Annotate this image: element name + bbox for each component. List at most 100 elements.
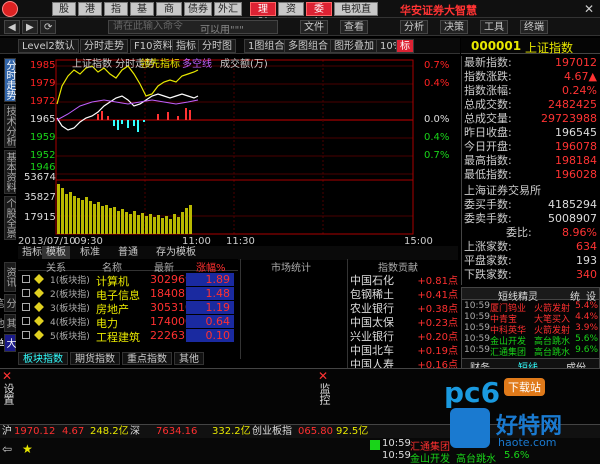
tab-commodity[interactable]: 商品 <box>156 2 182 29</box>
sector-name: 工程建筑 <box>96 331 140 344</box>
back-button[interactable]: ◀ <box>4 20 20 34</box>
tab-sector-index[interactable]: 板块指数 <box>18 352 68 365</box>
col-change-pct[interactable]: 涨幅% <box>196 259 226 274</box>
menu-tools[interactable]: 工具 <box>480 20 508 34</box>
vtab-big-orders[interactable]: 大单 <box>0 334 16 352</box>
list-item[interactable]: 3(板块指) 房地产 305310 1.19 <box>18 301 238 316</box>
vtab-other[interactable]: 其他 <box>0 314 16 332</box>
list-item[interactable]: 2(板块指) 电子信息 184087 1.48 <box>18 287 238 302</box>
close-lower-icon[interactable]: ✕ <box>2 369 12 383</box>
row-checkbox[interactable] <box>22 275 30 283</box>
tab-key-index[interactable]: 重点指数 <box>122 352 172 365</box>
menu-decision[interactable]: 决策 <box>440 20 468 34</box>
tab-hk[interactable]: 港股 <box>78 2 102 29</box>
pct-tick-2: 0.0% <box>424 114 450 125</box>
sh-index[interactable]: 1970.12 <box>14 425 55 439</box>
menu-view[interactable]: 查看 <box>340 20 368 34</box>
list-item[interactable]: 4(板块指) 电力 174000 0.64 <box>18 315 238 330</box>
sector-list-header: 关系 名称 最新 涨幅% <box>18 259 238 274</box>
contrib-row[interactable]: 兴业银行 +0.20点 <box>350 328 458 343</box>
monitor-label[interactable]: 监控 <box>318 383 332 405</box>
tab-save-template[interactable]: 存为模板 <box>152 246 200 260</box>
tab-tv[interactable]: 电视直播 <box>334 2 378 29</box>
col-latest[interactable]: 最新 <box>154 259 174 274</box>
forward-button[interactable]: ▶ <box>22 20 38 34</box>
quote-label: 今日开盘: <box>464 140 512 153</box>
tab-news[interactable]: 资讯 <box>278 2 304 29</box>
settings-label[interactable]: 设置 <box>2 383 16 405</box>
watermark-site: pc6 <box>444 376 501 409</box>
pct-tick-3: 0.4% <box>424 132 450 143</box>
contrib-row[interactable]: 中国北车 +0.19点 <box>350 342 458 357</box>
quote-row: 最新指数: 197012 <box>462 56 600 70</box>
mark-button[interactable]: 标 <box>396 39 414 53</box>
vtab-technical[interactable]: 技术分析 <box>4 104 16 148</box>
y-tick-1985: 1985 <box>30 60 56 71</box>
tab-fund[interactable]: 基金 <box>130 2 154 29</box>
star-icon[interactable]: ★ <box>22 442 33 456</box>
sector-id: 3(板块指) <box>50 304 90 314</box>
lead-indicator-label: 领先指标 <box>140 59 180 70</box>
tab-futures-index[interactable]: 期货指数 <box>70 352 120 365</box>
elf-row[interactable]: 10:59 汇通集团 高台跳水 9.6% <box>464 345 598 358</box>
refresh-icon[interactable]: ⟳ <box>40 20 57 34</box>
tab-wealth[interactable]: 理财 <box>250 2 276 29</box>
elf-row[interactable]: 10:59 金山开发 高台跳水 5.6% <box>464 334 598 347</box>
contrib-row[interactable]: 包钢稀土 +0.41点 <box>350 286 458 301</box>
subbar-btn-4[interactable]: 1图组合 <box>244 39 289 53</box>
elf-row[interactable]: 10:59 中科英华 火箭发射 3.9% <box>464 323 598 336</box>
tab-standard[interactable]: 标准 <box>76 246 104 260</box>
tab-other[interactable]: 其他 <box>174 352 204 365</box>
subbar-btn-6[interactable]: 图形叠加 <box>330 39 378 53</box>
stock-name: 上证指数 <box>525 41 574 55</box>
tab-normal[interactable]: 普通 <box>114 246 142 260</box>
subbar-btn-5[interactable]: 多图组合 <box>284 39 332 53</box>
subbar-btn-2[interactable]: 指标 <box>172 39 200 53</box>
contrib-row[interactable]: 农业银行 +0.38点 <box>350 300 458 315</box>
subbar-btn-0[interactable]: 分时走势 <box>80 39 128 53</box>
elf-header: 短线精灵 统 设 <box>462 288 599 303</box>
elf-value: 3.9% <box>575 323 598 333</box>
subbar-btn-1[interactable]: F10资料 <box>130 39 177 53</box>
tab-bond[interactable]: 债券 <box>184 2 212 16</box>
sector-id: 2(板块指) <box>50 290 90 300</box>
list-item[interactable]: 1(板块指) 计算机 302969 1.89 <box>18 273 238 288</box>
list-item[interactable]: 5(板块指) 工程建筑 222631 0.10 <box>18 329 238 344</box>
row-checkbox[interactable] <box>22 331 30 339</box>
menu-file[interactable]: 文件 <box>300 20 328 34</box>
subbar-btn-3[interactable]: 分时图 <box>198 39 236 53</box>
close-icon[interactable]: ✕ <box>584 2 594 16</box>
vtab-panorama[interactable]: 个股全景 <box>4 196 16 240</box>
elf-row[interactable]: 10:59 中青宝 大笔买入 4.4% <box>464 312 598 325</box>
menu-analysis[interactable]: 分析 <box>400 20 428 34</box>
close-monitor-icon[interactable]: ✕ <box>318 369 328 383</box>
row-checkbox[interactable] <box>22 317 30 325</box>
quote-value: 193 <box>576 254 597 267</box>
tab-stocks[interactable]: 股票 <box>52 2 76 29</box>
tab-trade[interactable]: 委托 <box>306 2 332 29</box>
sz-index[interactable]: 7634.16 <box>156 425 197 439</box>
sector-pct: 1.19 <box>186 301 234 314</box>
app-logo-icon[interactable] <box>2 1 18 17</box>
row-checkbox[interactable] <box>22 303 30 311</box>
contrib-row[interactable]: 中国太保 +0.23点 <box>350 314 458 329</box>
arrow-left-icon[interactable]: ⇦ <box>2 442 12 456</box>
elf-row[interactable]: 10:59 厦门钨业 火箭发射 5.4% <box>464 301 598 314</box>
quote-row: 委比: 8.96% <box>462 226 600 240</box>
tab-forex[interactable]: 外汇 <box>214 2 242 16</box>
vtab-basic[interactable]: 基本资料 <box>4 150 16 194</box>
col-name[interactable]: 名称 <box>102 259 122 274</box>
row-checkbox[interactable] <box>22 289 30 297</box>
command-input[interactable]: 请在此输入命令 <box>108 20 278 34</box>
vtab-intraday[interactable]: 分时走势 <box>4 58 16 102</box>
contrib-row[interactable]: 中国石化 +0.81点 <box>350 272 458 287</box>
vtab-ticks[interactable]: 分笔成交 <box>0 294 16 312</box>
tab-index[interactable]: 指数 <box>104 2 128 29</box>
tab-template[interactable]: 模板 <box>42 246 70 260</box>
level2-button[interactable]: Level2数认 <box>18 39 79 53</box>
cyb-index[interactable]: 065.80 <box>298 425 333 439</box>
y-tick-1959: 1959 <box>30 132 56 143</box>
menu-terminal[interactable]: 终端 <box>520 20 548 34</box>
col-relation[interactable]: 关系 <box>46 259 66 274</box>
vtab-news[interactable]: 资讯 <box>4 262 16 292</box>
